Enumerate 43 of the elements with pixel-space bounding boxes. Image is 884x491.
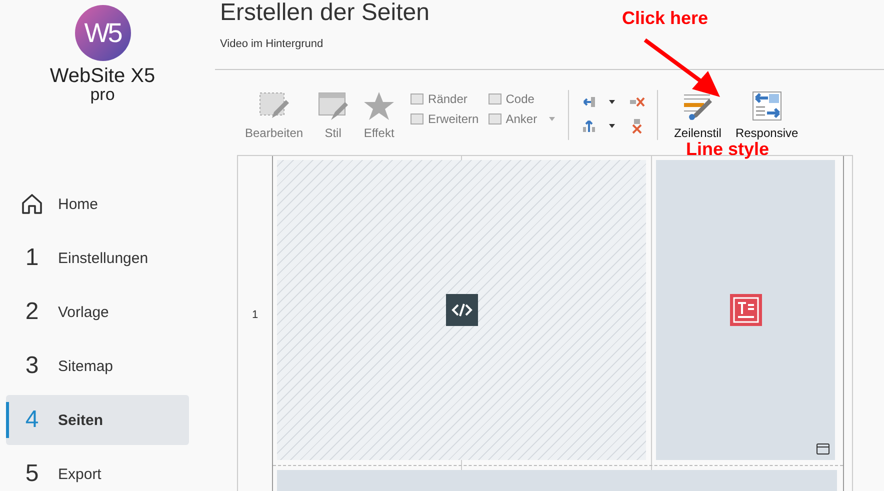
page-title: Erstellen der Seiten: [220, 0, 430, 26]
nav-label: Home: [58, 196, 98, 212]
text-object-icon: [730, 294, 762, 326]
home-icon: [20, 192, 44, 216]
logo-edition: pro: [90, 87, 115, 103]
star-icon: [363, 90, 396, 122]
step-number: 1: [24, 244, 40, 272]
window-icon[interactable]: [816, 443, 830, 455]
nav-label: Vorlage: [58, 304, 109, 320]
page-subtitle: Video im Hintergrund: [220, 38, 324, 50]
nav-item[interactable]: 5 Export: [6, 449, 189, 491]
nav-item[interactable]: 4 Seiten: [6, 395, 189, 445]
step-number: 5: [24, 460, 40, 488]
insert-row-icon[interactable]: [581, 94, 618, 110]
code-cell[interactable]: [277, 160, 646, 460]
annotation-text: Line style: [686, 139, 770, 160]
step-number: 4: [24, 406, 40, 434]
step-number: 2: [24, 298, 40, 326]
toolbar-icon: [409, 92, 426, 106]
insert-row-icon[interactable]: [581, 118, 618, 134]
toolbar-icon: [409, 112, 426, 126]
annotation-text: Click here: [622, 8, 708, 29]
nav-label: Seiten: [58, 412, 104, 428]
nav-item[interactable]: 1 Einstellungen: [6, 233, 189, 283]
row-number: 1: [252, 308, 258, 320]
step-number: 3: [24, 352, 40, 380]
logo-mark: W5: [74, 5, 130, 61]
toolbar-icon: [486, 112, 503, 126]
caret-icon: [548, 116, 556, 122]
responsive-icon: [750, 90, 783, 122]
nav-item[interactable]: Home: [6, 179, 189, 229]
text-cell[interactable]: [656, 160, 835, 460]
toolbar-icon: [486, 92, 503, 106]
nav-label: Sitemap: [58, 358, 114, 374]
nav-item[interactable]: 3 Sitemap: [6, 341, 189, 391]
brush-icon: [317, 90, 350, 122]
nav-label: Einstellungen: [58, 250, 148, 266]
toolbar-button[interactable]: Zeilenstil: [670, 90, 726, 140]
code-icon: [446, 294, 478, 326]
nav-label: Export: [58, 466, 102, 482]
nav-item[interactable]: 2 Vorlage: [6, 287, 189, 337]
toolbar-button[interactable]: Responsive: [731, 90, 802, 140]
logo-name: WebSite X5: [50, 65, 156, 87]
